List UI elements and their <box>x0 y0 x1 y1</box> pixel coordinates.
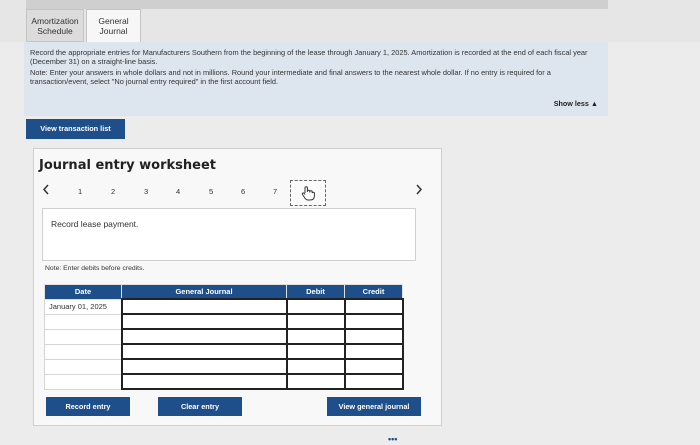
tab-bar <box>26 0 608 9</box>
debits-note: Note: Enter debits before credits. <box>45 265 145 272</box>
debit-input[interactable] <box>285 358 346 375</box>
instructions-text: Record the appropriate entries for Manuf… <box>30 48 588 66</box>
next-arrow-icon[interactable] <box>415 184 423 198</box>
transaction-description: Record lease payment. <box>42 208 416 261</box>
table-row <box>44 313 404 330</box>
tab-general-journal[interactable]: General Journal <box>86 9 141 42</box>
clear-entry-button[interactable]: Clear entry <box>158 397 242 416</box>
page-5[interactable]: 5 <box>209 187 213 196</box>
page-3[interactable]: 3 <box>144 187 148 196</box>
page-1[interactable]: 1 <box>78 187 82 196</box>
col-general-journal-header: General Journal <box>121 284 287 300</box>
tab-amortization-schedule[interactable]: Amortization Schedule <box>26 9 84 42</box>
page-6[interactable]: 6 <box>241 187 245 196</box>
page-2[interactable]: 2 <box>111 187 115 196</box>
credit-input[interactable] <box>343 313 404 330</box>
account-input[interactable] <box>120 298 288 315</box>
account-input[interactable] <box>120 373 288 390</box>
show-less-link[interactable]: Show less ▲ <box>554 99 598 108</box>
date-cell[interactable] <box>44 358 122 375</box>
page-7[interactable]: 7 <box>273 187 277 196</box>
instructions-note: Note: Enter your answers in whole dollar… <box>30 68 551 86</box>
credit-input[interactable] <box>343 373 404 390</box>
date-cell[interactable] <box>44 343 122 360</box>
account-input[interactable] <box>120 343 288 360</box>
account-input[interactable] <box>120 328 288 345</box>
table-row <box>44 373 404 390</box>
date-cell[interactable] <box>44 313 122 330</box>
current-page[interactable] <box>290 180 326 206</box>
credit-input[interactable] <box>343 328 404 345</box>
credit-input[interactable] <box>343 343 404 360</box>
hand-pointer-icon <box>301 186 315 201</box>
debit-input[interactable] <box>285 298 346 315</box>
record-entry-button[interactable]: Record entry <box>46 397 130 416</box>
instructions-panel: Record the appropriate entries for Manuf… <box>24 42 608 116</box>
page-4[interactable]: 4 <box>176 187 180 196</box>
debit-input[interactable] <box>285 373 346 390</box>
date-cell[interactable] <box>44 328 122 345</box>
debit-input[interactable] <box>285 313 346 330</box>
tab-label: Schedule <box>37 26 73 36</box>
prev-arrow-icon[interactable] <box>42 184 50 198</box>
tab-label: General <box>98 16 129 26</box>
table-row <box>44 343 404 360</box>
view-general-journal-button[interactable]: View general journal <box>327 397 421 416</box>
debit-input[interactable] <box>285 343 346 360</box>
col-debit-header: Debit <box>286 284 345 300</box>
tab-label: Amortization <box>31 16 79 26</box>
tab-strip: Amortization Schedule General Journal <box>0 0 700 42</box>
table-row: January 01, 2025 <box>44 298 404 315</box>
date-cell[interactable]: January 01, 2025 <box>44 298 122 315</box>
col-date-header: Date <box>44 284 122 300</box>
credit-input[interactable] <box>343 358 404 375</box>
view-transaction-list-button[interactable]: View transaction list <box>26 119 125 139</box>
journal-table: Date General Journal Debit Credit Januar… <box>44 284 404 390</box>
debit-input[interactable] <box>285 328 346 345</box>
worksheet-title: Journal entry worksheet <box>39 158 216 173</box>
tab-label: Journal <box>99 26 128 36</box>
table-row <box>44 358 404 375</box>
col-credit-header: Credit <box>344 284 403 300</box>
account-input[interactable] <box>120 358 288 375</box>
date-cell[interactable] <box>44 373 122 390</box>
credit-input[interactable] <box>343 298 404 315</box>
table-row <box>44 328 404 345</box>
account-input[interactable] <box>120 313 288 330</box>
more-dots-icon: ••• <box>388 434 398 444</box>
